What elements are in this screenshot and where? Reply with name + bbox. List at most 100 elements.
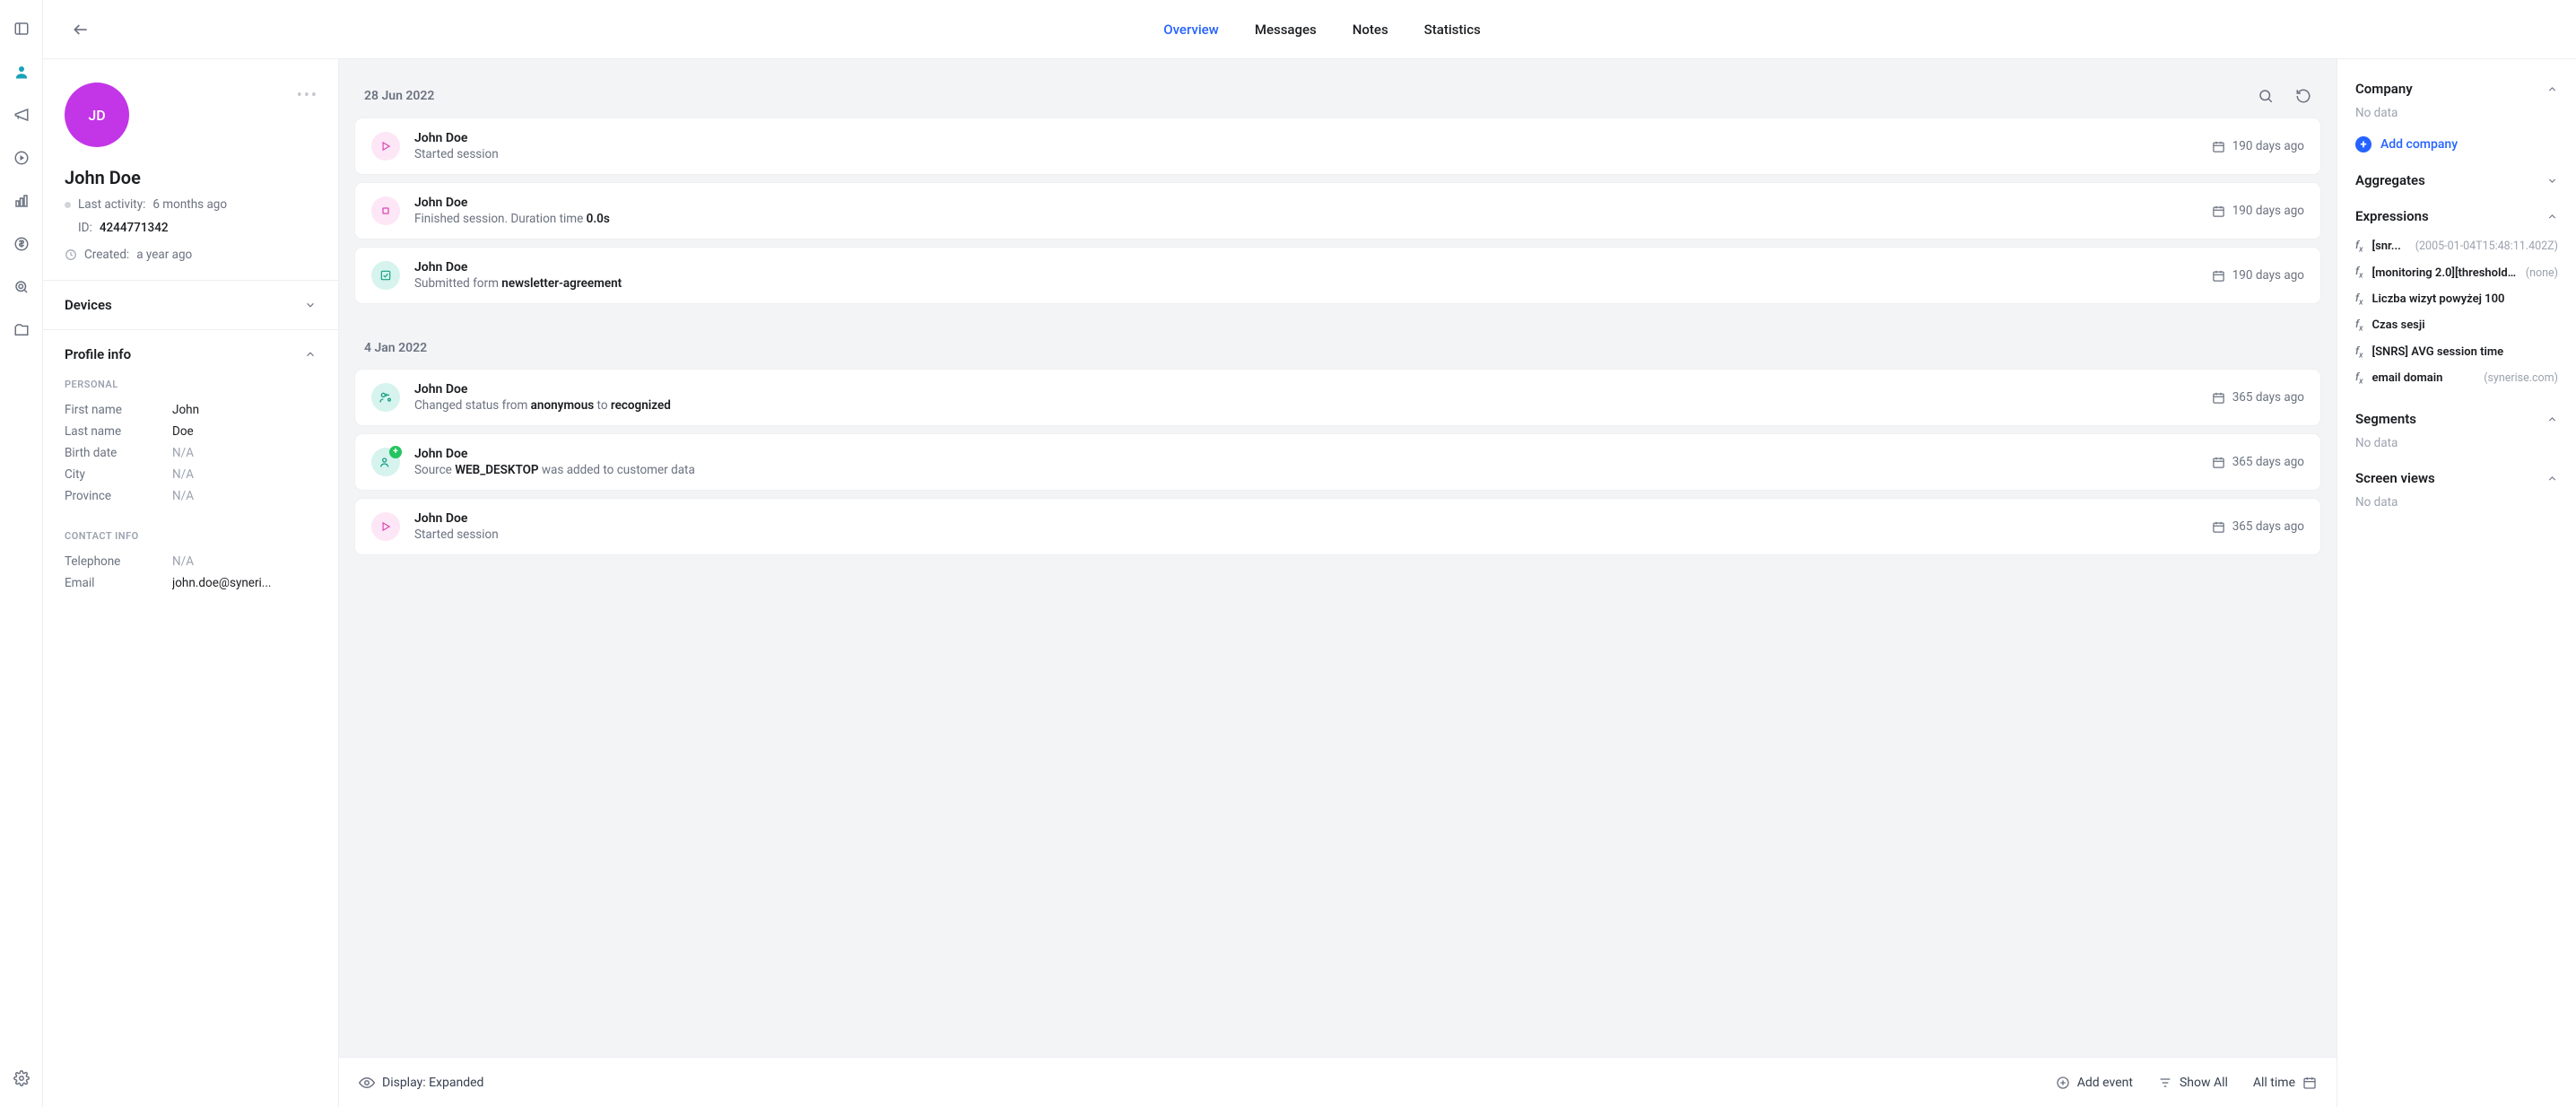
timeline-footer: Display: Expanded Add event Show All All… bbox=[339, 1057, 2337, 1107]
back-button[interactable] bbox=[68, 17, 93, 42]
expressions-toggle[interactable]: Expressions bbox=[2355, 208, 2558, 224]
segments-title: Segments bbox=[2355, 411, 2416, 427]
expression-row[interactable]: fx[SNRS] AVG session time bbox=[2355, 339, 2558, 365]
screen-views-toggle[interactable]: Screen views bbox=[2355, 470, 2558, 486]
event-card[interactable]: +John DoeSource WEB_DESKTOP was added to… bbox=[355, 434, 2320, 490]
field-label: City bbox=[65, 467, 172, 482]
show-all-button[interactable]: Show All bbox=[2158, 1076, 2228, 1090]
field-label: Province bbox=[65, 489, 172, 503]
event-body: John DoeSource WEB_DESKTOP was added to … bbox=[414, 447, 2197, 477]
insights-panel: Company No data + Add company Aggregates… bbox=[2337, 59, 2576, 1107]
field-value: Doe bbox=[172, 424, 317, 439]
revenue-icon[interactable] bbox=[13, 235, 30, 253]
eye-icon bbox=[359, 1075, 375, 1091]
event-body: John DoeStarted session bbox=[414, 511, 2197, 542]
event-description: Started session bbox=[414, 527, 2197, 542]
field-value: N/A bbox=[172, 489, 317, 503]
fx-icon: fx bbox=[2355, 292, 2363, 307]
timeline-search-button[interactable] bbox=[2258, 88, 2274, 104]
event-body: John DoeSubmitted form newsletter-agreem… bbox=[414, 260, 2197, 291]
top-header: Overview Messages Notes Statistics bbox=[43, 0, 2576, 59]
filter-icon bbox=[2158, 1076, 2172, 1090]
field-value: N/A bbox=[172, 446, 317, 460]
tab-group: Overview Messages Notes Statistics bbox=[93, 22, 2551, 38]
chevron-down-icon bbox=[2546, 175, 2558, 187]
all-time-label: All time bbox=[2253, 1076, 2295, 1090]
expression-name: [snr... bbox=[2372, 240, 2401, 253]
expression-row[interactable]: fxCzas sesji bbox=[2355, 312, 2558, 338]
event-card[interactable]: John DoeStarted session190 days ago bbox=[355, 118, 2320, 174]
event-time: 190 days ago bbox=[2212, 268, 2304, 283]
expression-row[interactable]: fx[monitoring 2.0][thresholds](none) bbox=[2355, 259, 2558, 285]
screen-views-nodata: No data bbox=[2355, 495, 2558, 510]
tab-notes[interactable]: Notes bbox=[1353, 22, 1388, 38]
timeline-scroll[interactable]: 28 Jun 2022John DoeStarted session190 da… bbox=[339, 59, 2337, 1057]
settings-icon[interactable] bbox=[13, 1069, 30, 1087]
all-time-button[interactable]: All time bbox=[2253, 1076, 2317, 1090]
company-title: Company bbox=[2355, 81, 2413, 97]
chevron-up-icon bbox=[2546, 83, 2558, 95]
event-card[interactable]: John DoeStarted session365 days ago bbox=[355, 499, 2320, 554]
event-card[interactable]: John DoeFinished session. Duration time … bbox=[355, 183, 2320, 239]
profile-info-toggle[interactable]: Profile info bbox=[65, 346, 317, 362]
fx-icon: fx bbox=[2355, 344, 2363, 360]
tab-statistics[interactable]: Statistics bbox=[1424, 22, 1481, 38]
chevron-up-icon bbox=[2546, 211, 2558, 222]
date-header: 4 Jan 2022 bbox=[339, 312, 2337, 370]
profile-field: ProvinceN/A bbox=[65, 485, 317, 507]
event-description: Changed status from anonymous to recogni… bbox=[414, 398, 2197, 413]
expression-row[interactable]: fxLiczba wizyt powyżej 100 bbox=[2355, 286, 2558, 312]
chevron-up-icon bbox=[2546, 473, 2558, 484]
segments-toggle[interactable]: Segments bbox=[2355, 411, 2558, 427]
profile-field: Last nameDoe bbox=[65, 421, 317, 442]
last-activity: Last activity: 6 months ago bbox=[65, 197, 317, 212]
devices-toggle[interactable]: Devices bbox=[65, 297, 317, 313]
calendar-icon bbox=[2302, 1076, 2317, 1090]
id-value: 4244771342 bbox=[100, 221, 169, 235]
event-time: 365 days ago bbox=[2212, 455, 2304, 469]
expression-row[interactable]: fxemail domain(synerise.com) bbox=[2355, 365, 2558, 391]
add-company-button[interactable]: + Add company bbox=[2355, 136, 2558, 153]
field-label: Last name bbox=[65, 424, 172, 439]
tab-messages[interactable]: Messages bbox=[1255, 22, 1317, 38]
devices-section: Devices bbox=[43, 280, 338, 330]
analytics-icon[interactable] bbox=[13, 192, 30, 210]
company-section: Company No data + Add company bbox=[2337, 68, 2576, 160]
event-card[interactable]: John DoeSubmitted form newsletter-agreem… bbox=[355, 248, 2320, 303]
automation-icon[interactable] bbox=[13, 149, 30, 167]
display-mode[interactable]: Display: Expanded bbox=[359, 1075, 483, 1091]
field-label: Email bbox=[65, 576, 172, 590]
calendar-icon bbox=[2212, 456, 2225, 469]
expression-row[interactable]: fx[snr...(2005-01-04T15:48:11.402Z) bbox=[2355, 233, 2558, 259]
event-card[interactable]: John DoeChanged status from anonymous to… bbox=[355, 370, 2320, 425]
fx-icon: fx bbox=[2355, 318, 2363, 333]
event-actor: John Doe bbox=[414, 196, 2197, 210]
timeline-refresh-button[interactable] bbox=[2295, 88, 2311, 104]
status-dot-icon bbox=[65, 202, 71, 208]
aggregates-toggle[interactable]: Aggregates bbox=[2355, 172, 2558, 188]
search-hub-icon[interactable] bbox=[13, 278, 30, 296]
company-toggle[interactable]: Company bbox=[2355, 81, 2558, 97]
created: Created: a year ago bbox=[65, 248, 317, 262]
nav-rail bbox=[0, 0, 43, 1107]
show-all-label: Show All bbox=[2180, 1076, 2228, 1090]
panel-toggle-icon[interactable] bbox=[13, 20, 30, 38]
event-description: Source WEB_DESKTOP was added to customer… bbox=[414, 463, 2197, 477]
play-icon bbox=[371, 512, 400, 541]
tab-overview[interactable]: Overview bbox=[1163, 22, 1219, 38]
plus-circle-icon bbox=[2056, 1076, 2070, 1090]
field-label: Birth date bbox=[65, 446, 172, 460]
plus-icon: + bbox=[2355, 136, 2371, 153]
chevron-up-icon bbox=[304, 348, 317, 361]
profiles-icon[interactable] bbox=[13, 63, 30, 81]
add-event-button[interactable]: Add event bbox=[2056, 1076, 2133, 1090]
event-body: John DoeStarted session bbox=[414, 131, 2197, 161]
screen-views-title: Screen views bbox=[2355, 470, 2435, 486]
calendar-icon bbox=[2212, 205, 2225, 218]
assets-icon[interactable] bbox=[13, 321, 30, 339]
profile-field: Emailjohn.doe@syneri... bbox=[65, 572, 317, 594]
campaigns-icon[interactable] bbox=[13, 106, 30, 124]
more-options-button[interactable]: ••• bbox=[297, 86, 318, 105]
clock-icon bbox=[65, 248, 77, 261]
event-actor: John Doe bbox=[414, 511, 2197, 526]
